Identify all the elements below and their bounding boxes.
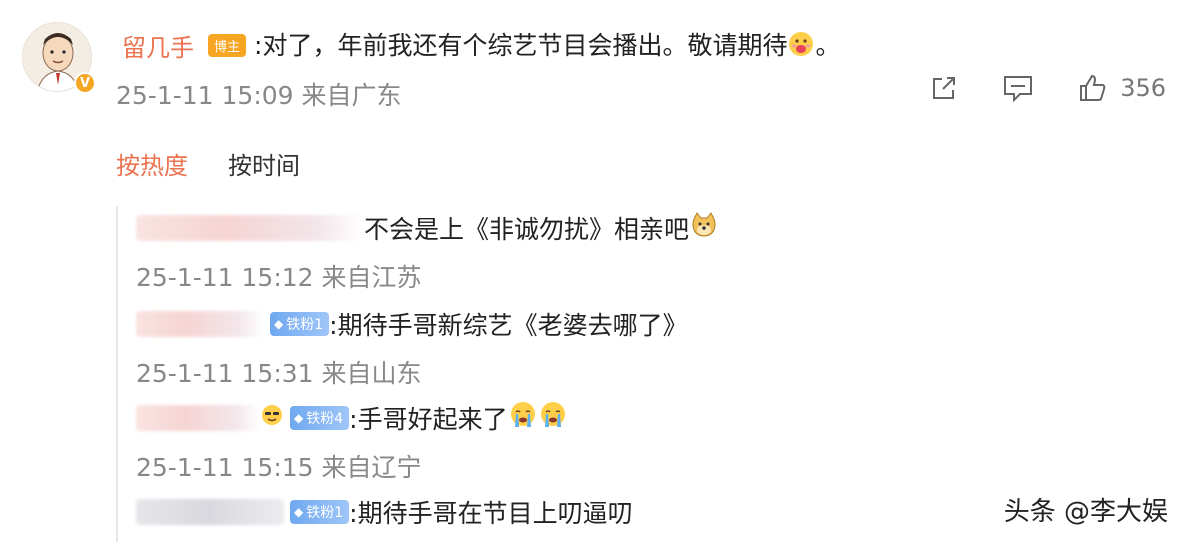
author-badge: 博主 [208, 33, 247, 57]
comment-text: :期待手哥在节目上叨逼叨 [349, 499, 633, 528]
comment-text-line: 不会是上《非诚勿扰》相亲吧 [136, 208, 719, 248]
comment-text-line: ◆ 铁粉1 :期待手哥在节目上叨逼叨 [136, 492, 633, 532]
author-name[interactable]: 留几手 [122, 28, 194, 63]
comment-icon[interactable] [1002, 72, 1034, 104]
diamond-icon: ◆ [274, 317, 284, 331]
doge-emoji-icon [689, 210, 719, 246]
commenter-name-blurred[interactable] [136, 405, 260, 431]
comment-text: :期待手哥新综艺《老婆去哪了》 [329, 311, 688, 340]
crying-face-emoji-icon [538, 400, 568, 436]
tab-sort-by-time[interactable]: 按时间 [228, 146, 300, 181]
commenter-name-blurred[interactable] [136, 311, 264, 337]
post-text-body: :对了，年前我还有个综艺节目会播出。敬请期待 [254, 31, 788, 60]
post-text-tail: 。 [815, 31, 841, 60]
sunglasses-face-icon [260, 403, 284, 433]
verified-badge-icon: V [74, 72, 96, 94]
fan-badge: ◆ 铁粉1 [270, 312, 330, 336]
author-avatar[interactable]: V [22, 22, 96, 96]
post-text: :对了，年前我还有个综艺节目会播出。敬请期待。 [254, 26, 840, 64]
fan-badge-label: 铁粉1 [306, 505, 344, 521]
comment-meta: 25-1-11 15:15 来自辽宁 [136, 453, 422, 482]
comment-item: ◆ 铁粉1 :期待手哥在节目上叨逼叨 [136, 492, 633, 532]
comment-text-line: ◆ 铁粉1 :期待手哥新综艺《老婆去哪了》 [136, 304, 688, 344]
fan-badge: ◆ 铁粉4 [290, 406, 350, 430]
post-meta: 25-1-11 15:09 来自广东 [116, 81, 402, 110]
comment-meta: 25-1-11 15:31 来自山东 [136, 359, 422, 388]
comment-item: ◆ 铁粉1 :期待手哥新综艺《老婆去哪了》 25-1-11 15:31 来自山东 [136, 304, 688, 390]
watermark: 头条 @李大娱 [1003, 497, 1168, 527]
fan-badge-label: 铁粉1 [286, 317, 324, 333]
share-icon[interactable] [928, 72, 960, 104]
commenter-name-blurred[interactable] [136, 215, 364, 241]
diamond-icon: ◆ [294, 505, 304, 519]
diamond-icon: ◆ [294, 411, 304, 425]
post-actions: 356 [886, 72, 1166, 104]
crying-face-emoji-icon [508, 400, 538, 436]
drooling-face-emoji-icon [787, 30, 815, 64]
comment-sort-tabs: 按热度 按时间 [116, 146, 300, 181]
thumbs-up-icon[interactable] [1076, 72, 1108, 104]
fan-badge-label: 铁粉4 [306, 411, 344, 427]
comment-meta: 25-1-11 15:12 来自江苏 [136, 263, 422, 292]
fan-badge: ◆ 铁粉1 [290, 500, 350, 524]
comment-text-line: ◆ 铁粉4 :手哥好起来了 [136, 398, 568, 438]
comment-text: :手哥好起来了 [349, 405, 508, 434]
like-count: 356 [1120, 74, 1166, 102]
commenter-name-blurred[interactable] [136, 499, 284, 525]
tab-sort-by-hot[interactable]: 按热度 [116, 146, 188, 181]
weibo-post: V 留几手 博主 :对了，年前我还有个综艺节目会播出。敬请期待。 25-1-11… [0, 0, 1186, 120]
post-author-line: 留几手 博主 :对了，年前我还有个综艺节目会播出。敬请期待。 [122, 26, 840, 64]
comment-item: ◆ 铁粉4 :手哥好起来了 25-1-11 15:15 来自辽宁 [136, 398, 568, 484]
comment-item: 不会是上《非诚勿扰》相亲吧 25-1-11 15:12 来自江苏 [136, 208, 719, 294]
comment-text: 不会是上《非诚勿扰》相亲吧 [364, 215, 690, 244]
